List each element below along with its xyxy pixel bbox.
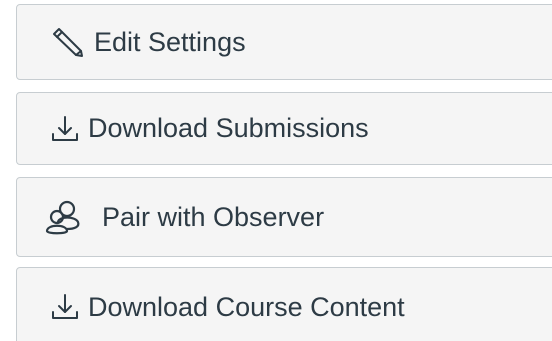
pair-with-observer-label: Pair with Observer: [102, 201, 325, 232]
download-course-content-button[interactable]: Download Course Content: [16, 267, 552, 341]
download-icon: [48, 112, 82, 146]
download-icon: [48, 290, 82, 324]
download-course-content-label: Download Course Content: [88, 291, 405, 322]
pencil-icon: [48, 26, 88, 58]
download-submissions-label: Download Submissions: [88, 113, 369, 143]
edit-settings-button[interactable]: Edit Settings: [16, 4, 552, 80]
download-submissions-button[interactable]: Download Submissions: [16, 92, 552, 165]
edit-settings-label: Edit Settings: [94, 26, 246, 57]
users-icon: [44, 198, 84, 236]
pair-with-observer-button[interactable]: Pair with Observer: [16, 177, 552, 257]
course-actions-list: Edit Settings Download Submissions Pair …: [0, 0, 552, 341]
